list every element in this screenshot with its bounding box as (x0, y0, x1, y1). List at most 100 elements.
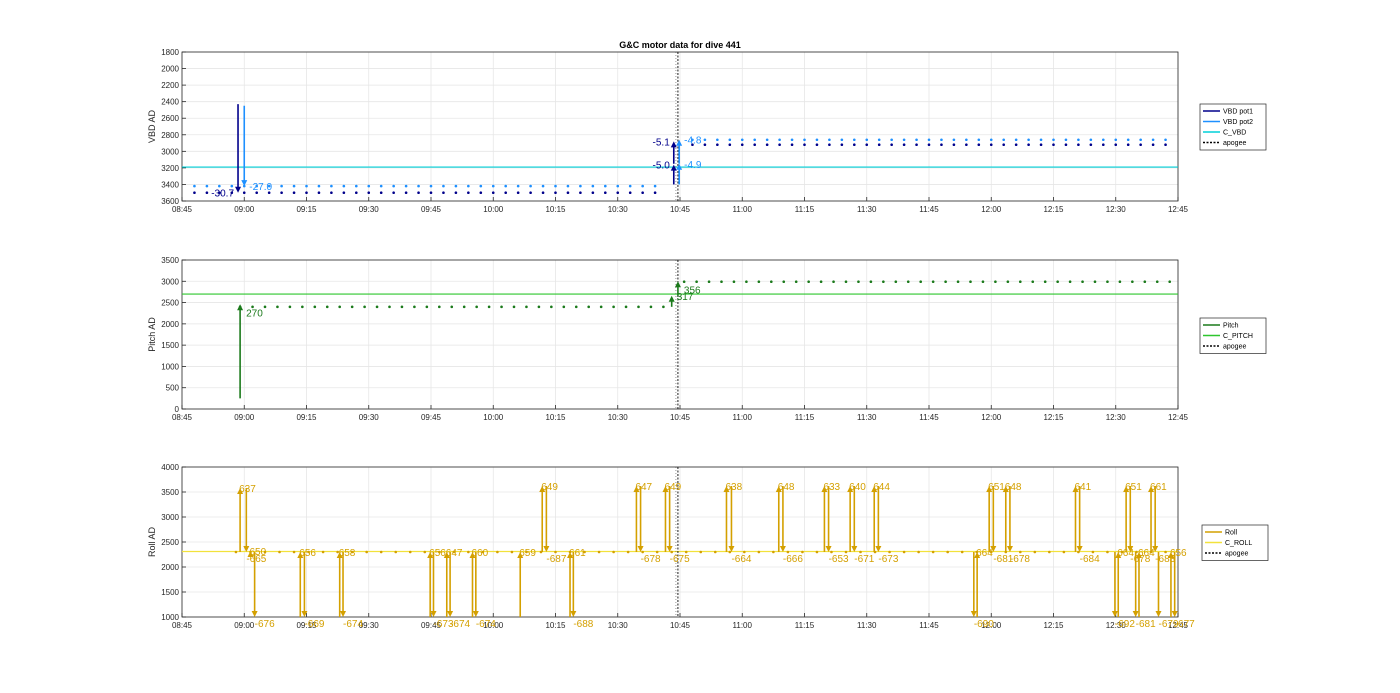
x-tick-label: 11:00 (733, 205, 753, 214)
data-point (840, 138, 844, 142)
data-point (363, 305, 366, 309)
data-point (877, 143, 881, 147)
arrow-label: 648 (778, 482, 795, 493)
arrow-label: 664 (1138, 548, 1155, 559)
data-point (853, 138, 856, 142)
data-point (662, 305, 665, 309)
data-point (604, 184, 607, 188)
data-point (355, 184, 358, 188)
data-point (438, 305, 441, 309)
x-tick-label: 10:15 (545, 413, 566, 422)
data-point (1164, 550, 1167, 554)
arrow-label: -681 (1136, 619, 1156, 630)
arrow-label: -674 (450, 619, 470, 630)
data-point (699, 550, 703, 554)
data-point (952, 138, 956, 142)
data-point (1168, 280, 1171, 284)
data-point (1143, 280, 1147, 284)
arrow-label: 650 (249, 547, 266, 558)
data-point (442, 184, 445, 188)
x-tick-label: 12:45 (1168, 205, 1189, 214)
data-point (765, 143, 769, 147)
data-point (965, 138, 968, 142)
data-point (882, 280, 885, 284)
data-point (716, 143, 719, 147)
y-tick-label: 3500 (161, 488, 179, 497)
y-tick-label: 1800 (161, 48, 179, 57)
data-point (1068, 280, 1072, 284)
data-point (927, 143, 931, 147)
data-point (288, 305, 292, 309)
x-tick-label: 08:45 (172, 205, 193, 214)
data-point (653, 184, 657, 188)
data-point (801, 550, 804, 554)
data-point (504, 191, 508, 195)
data-point (525, 305, 528, 309)
data-point (305, 191, 308, 195)
arrow-label: -27.0 (249, 182, 272, 193)
data-point (365, 550, 368, 554)
y-tick-label: 0 (175, 405, 180, 414)
data-point (242, 191, 246, 195)
arrow-label: 648 (1005, 482, 1022, 493)
data-point (404, 191, 408, 195)
data-point (740, 143, 744, 147)
data-point (342, 191, 346, 195)
data-point (828, 143, 831, 147)
data-point (865, 143, 869, 147)
data-point (1033, 550, 1037, 554)
data-point (840, 143, 844, 147)
data-point (977, 138, 981, 142)
x-tick-label: 10:45 (670, 621, 691, 630)
y-tick-label: 1500 (161, 341, 179, 350)
data-point (703, 138, 707, 142)
x-tick-label: 10:00 (483, 413, 504, 422)
data-point (649, 305, 653, 309)
arrow-label: -673 (878, 554, 898, 565)
data-point (1002, 143, 1005, 147)
data-point (977, 143, 981, 147)
data-point (743, 550, 746, 554)
y-tick-label: 3000 (161, 513, 179, 522)
data-point (757, 550, 761, 554)
y-tick-label: 2600 (161, 114, 179, 123)
data-point (894, 280, 898, 284)
arrow-label: -664 (731, 554, 751, 565)
data-point (1118, 280, 1122, 284)
data-point (1062, 550, 1066, 554)
x-tick-label: 09:00 (234, 621, 255, 630)
data-point (753, 143, 756, 147)
data-point (1106, 550, 1109, 554)
data-point (317, 184, 321, 188)
data-point (830, 550, 833, 554)
x-tick-label: 10:45 (670, 205, 691, 214)
data-point (1064, 143, 1068, 147)
x-tick-label: 09:00 (234, 413, 255, 422)
data-point (1019, 280, 1022, 284)
data-point (778, 143, 781, 147)
data-point (541, 184, 545, 188)
data-point (496, 550, 499, 554)
y-tick-label: 1000 (161, 362, 179, 371)
data-point (429, 191, 433, 195)
data-point (280, 184, 283, 188)
legend-entry: VBD pot1 (1223, 109, 1253, 116)
data-point (392, 184, 395, 188)
data-point (695, 280, 698, 284)
data-point (612, 305, 615, 309)
data-point (641, 191, 644, 195)
data-point (1114, 138, 1118, 142)
y-tick-label: 500 (166, 384, 180, 393)
data-point (350, 305, 354, 309)
arrow-label: -653 (829, 554, 849, 565)
data-point (728, 143, 732, 147)
data-point (404, 184, 408, 188)
arrow-label: -692 (1115, 619, 1135, 630)
data-point (1151, 143, 1155, 147)
data-point (516, 184, 520, 188)
data-point (325, 305, 329, 309)
data-point (1031, 280, 1035, 284)
data-point (853, 143, 856, 147)
data-point (425, 305, 429, 309)
data-point (981, 280, 985, 284)
